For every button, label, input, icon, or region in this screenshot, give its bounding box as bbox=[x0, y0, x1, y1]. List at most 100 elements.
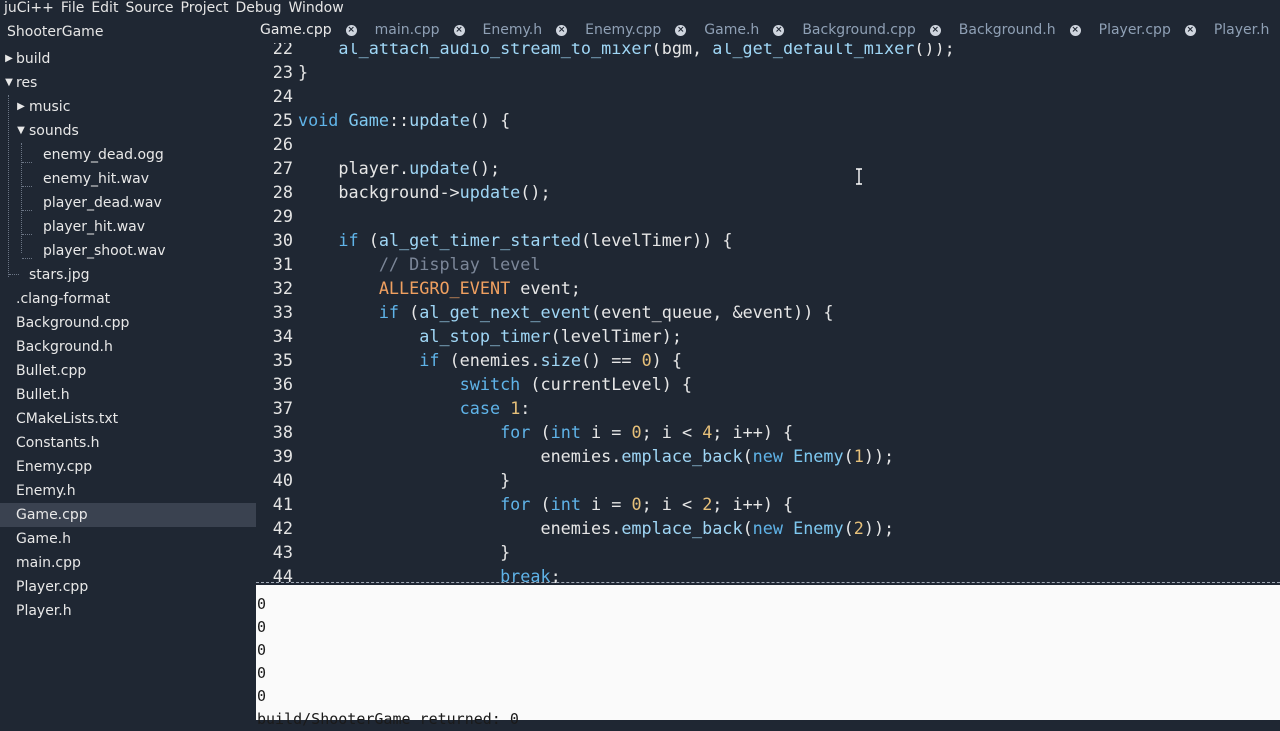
code-token: 1 bbox=[853, 446, 864, 466]
expanded-arrow-icon[interactable]: ▼ bbox=[16, 119, 26, 143]
file-tree-item[interactable]: Background.h bbox=[0, 335, 256, 359]
line-number: 43 bbox=[272, 542, 293, 562]
editor-tab[interactable]: Enemy.cpp × bbox=[581, 17, 690, 43]
tab-label: Background.cpp bbox=[802, 22, 916, 38]
project-name[interactable]: ShooterGame bbox=[0, 17, 256, 47]
line-number: 29 bbox=[272, 206, 293, 226]
terminal-output[interactable]: 0 0 0 0 0 build/ShooterGame returned: 0 bbox=[256, 585, 1280, 728]
line-number: 22 bbox=[272, 43, 293, 58]
file-tree-item[interactable]: Background.cpp bbox=[0, 311, 256, 335]
menu-edit[interactable]: Edit bbox=[91, 0, 118, 17]
collapsed-arrow-icon[interactable]: ▶ bbox=[16, 95, 26, 119]
code-token: new bbox=[752, 446, 783, 466]
editor-tab[interactable]: main.cpp × bbox=[371, 17, 469, 43]
line-number: 25 bbox=[272, 110, 293, 130]
file-tree-item[interactable]: .clang-format bbox=[0, 287, 256, 311]
code-token: ) { bbox=[651, 350, 682, 370]
code-token: if bbox=[338, 230, 359, 250]
code-token: player. bbox=[298, 158, 410, 178]
line-number: 34 bbox=[272, 326, 293, 346]
menu-debug[interactable]: Debug bbox=[235, 0, 281, 17]
tree-guide-line bbox=[22, 234, 32, 235]
code-token: break bbox=[500, 566, 551, 583]
code-text: switch (currentLevel) { bbox=[298, 372, 692, 396]
editor-tab[interactable]: Enemy.h × bbox=[479, 17, 572, 43]
menu-project[interactable]: Project bbox=[181, 0, 229, 17]
file-tree-item[interactable]: Enemy.cpp bbox=[0, 455, 256, 479]
code-token: :: bbox=[388, 110, 410, 130]
close-tab-icon[interactable]: × bbox=[675, 24, 687, 36]
close-tab-icon[interactable]: × bbox=[556, 24, 568, 36]
file-tree-item[interactable]: Enemy.h bbox=[0, 479, 256, 503]
close-tab-icon[interactable]: × bbox=[773, 24, 785, 36]
close-tab-icon[interactable]: × bbox=[1184, 24, 1196, 36]
code-token: // Display level bbox=[378, 254, 541, 274]
close-tab-icon[interactable]: × bbox=[345, 24, 357, 36]
file-tree-item[interactable]: Player.h bbox=[0, 599, 256, 623]
line-number: 24 bbox=[272, 86, 293, 106]
file-tree-item-label: enemy_dead.ogg bbox=[43, 147, 164, 163]
tab-label: main.cpp bbox=[374, 22, 440, 38]
app-name[interactable]: juCi++ bbox=[4, 0, 54, 17]
file-tree-item[interactable]: player_hit.wav bbox=[0, 215, 256, 239]
code-token: update bbox=[409, 158, 470, 178]
editor-tab[interactable]: Player.cpp × bbox=[1095, 17, 1200, 43]
file-tree-item[interactable]: stars.jpg bbox=[0, 263, 256, 287]
menu-source[interactable]: Source bbox=[125, 0, 173, 17]
file-tree-item[interactable]: enemy_dead.ogg bbox=[0, 143, 256, 167]
terminal-line: 0 bbox=[257, 664, 267, 682]
file-tree-item-label: Player.cpp bbox=[16, 579, 89, 595]
close-tab-icon[interactable]: × bbox=[929, 24, 941, 36]
code-token: Enemy bbox=[793, 446, 844, 466]
terminal-line: 0 bbox=[257, 618, 267, 636]
code-token: enemies. bbox=[298, 518, 622, 538]
file-tree-item[interactable]: enemy_hit.wav bbox=[0, 167, 256, 191]
code-token: (levelTimer)) { bbox=[580, 230, 733, 250]
file-tree-item-label: enemy_hit.wav bbox=[43, 171, 150, 187]
file-tree-item[interactable]: Constants.h bbox=[0, 431, 256, 455]
file-tree-item[interactable]: Player.cpp bbox=[0, 575, 256, 599]
code-token: al_get_default_mixer bbox=[712, 43, 915, 58]
pane-splitter[interactable] bbox=[256, 582, 1280, 583]
code-token: switch bbox=[459, 374, 521, 394]
file-tree-item-label: Enemy.h bbox=[16, 483, 76, 499]
file-tree-item[interactable]: player_dead.wav bbox=[0, 191, 256, 215]
line-number: 32 bbox=[272, 278, 293, 298]
collapsed-arrow-icon[interactable]: ▶ bbox=[4, 47, 14, 71]
editor-tab[interactable]: Player.h× bbox=[1210, 17, 1280, 43]
file-tree-item[interactable]: CMakeLists.txt bbox=[0, 407, 256, 431]
editor-tab[interactable]: Game.cpp × bbox=[256, 17, 361, 43]
code-token: update bbox=[459, 182, 521, 202]
file-tree-item[interactable]: main.cpp bbox=[0, 551, 256, 575]
menu-file[interactable]: File bbox=[61, 0, 84, 17]
menu-window[interactable]: Window bbox=[289, 0, 344, 17]
file-tree-item-label: Background.h bbox=[16, 339, 113, 355]
tab-label: Enemy.cpp bbox=[585, 22, 662, 38]
tree-guide-line bbox=[9, 274, 19, 275]
editor-tab[interactable]: Background.h × bbox=[955, 17, 1085, 43]
file-tree-item[interactable]: Game.cpp bbox=[0, 503, 256, 527]
close-tab-icon[interactable]: × bbox=[453, 24, 465, 36]
code-token: )); bbox=[863, 446, 895, 466]
editor-tab[interactable]: Game.h × bbox=[700, 17, 788, 43]
file-tree-item[interactable]: ▼ res bbox=[0, 71, 256, 95]
code-token: 4 bbox=[702, 422, 713, 442]
file-tree-item[interactable]: ▶ music bbox=[0, 95, 256, 119]
file-tree-item[interactable]: Game.h bbox=[0, 527, 256, 551]
code-text: for (int i = 0; i < 2; i++) { bbox=[298, 492, 793, 516]
editor-tab[interactable]: Background.cpp × bbox=[798, 17, 944, 43]
file-tree-item[interactable]: Bullet.h bbox=[0, 383, 256, 407]
file-tree-item[interactable]: ▶ build bbox=[0, 47, 256, 71]
code-editor[interactable]: 22 al_attach_audio_stream_to_mixer(bgm, … bbox=[256, 43, 1280, 583]
line-number: 41 bbox=[272, 494, 293, 514]
code-token: ( bbox=[843, 518, 854, 538]
file-tree-item[interactable]: Bullet.cpp bbox=[0, 359, 256, 383]
file-tree-item[interactable]: ▼ sounds bbox=[0, 119, 256, 143]
file-tree-item[interactable]: player_shoot.wav bbox=[0, 239, 256, 263]
close-tab-icon[interactable]: × bbox=[1069, 24, 1081, 36]
code-token: } bbox=[298, 542, 511, 562]
code-text: void Game::update() { bbox=[298, 108, 510, 132]
expanded-arrow-icon[interactable]: ▼ bbox=[4, 71, 14, 95]
